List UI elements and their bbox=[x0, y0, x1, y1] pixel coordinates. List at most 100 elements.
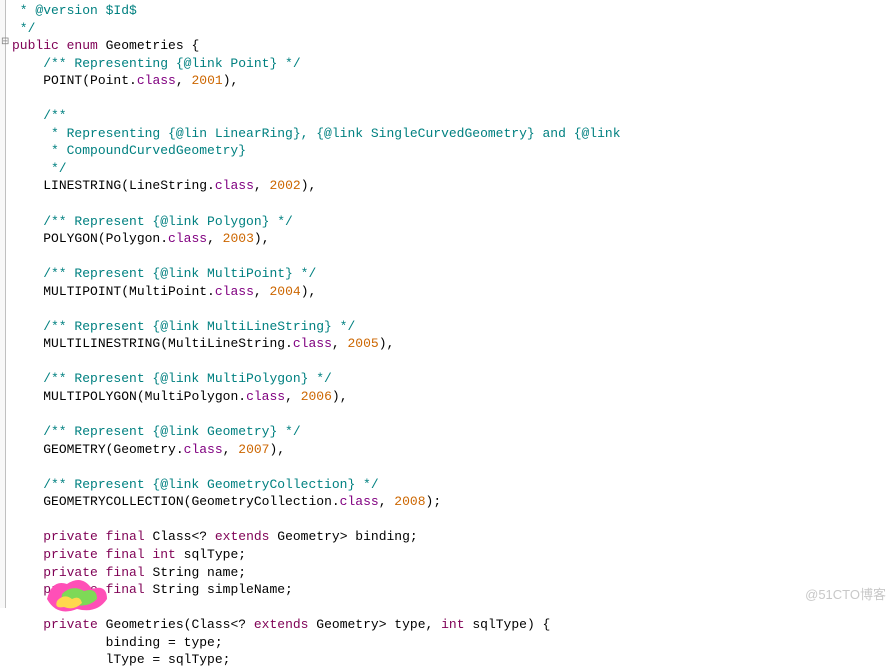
token: /** Represent {@link Polygon} */ bbox=[12, 214, 293, 229]
token: MULTILINESTRING(MultiLineString. bbox=[43, 336, 293, 351]
token: 2002 bbox=[269, 178, 300, 193]
token: Class<? bbox=[152, 529, 214, 544]
token: , bbox=[332, 336, 348, 351]
token: class bbox=[340, 494, 379, 509]
token: Geometry> binding; bbox=[277, 529, 417, 544]
code-line: /** Represent {@link GeometryCollection}… bbox=[12, 476, 894, 494]
token: private final bbox=[43, 582, 152, 597]
token: 2003 bbox=[223, 231, 254, 246]
code-line: private Geometries(Class<? extends Geome… bbox=[12, 616, 894, 634]
code-line: LINESTRING(LineString.class, 2002), bbox=[12, 177, 894, 195]
token: ), bbox=[270, 442, 286, 457]
token: , bbox=[176, 73, 192, 88]
token: lType = sqlType; bbox=[74, 652, 230, 667]
code-line: /** Represent {@link MultiLineString} */ bbox=[12, 318, 894, 336]
token: 2005 bbox=[347, 336, 378, 351]
token: LINESTRING(LineString. bbox=[43, 178, 215, 193]
token: , bbox=[379, 494, 395, 509]
token: class bbox=[246, 389, 285, 404]
code-line bbox=[12, 599, 894, 617]
token: extends bbox=[215, 529, 277, 544]
code-line: /** Represent {@link Geometry} */ bbox=[12, 423, 894, 441]
token: Geometries(Class<? bbox=[106, 617, 254, 632]
code-line: lType = sqlType; bbox=[12, 651, 894, 669]
code-editor-viewport[interactable]: * @version $Id$ */public enum Geometries… bbox=[12, 2, 894, 669]
token: /** Represent {@link Geometry} */ bbox=[12, 424, 301, 439]
token: String name; bbox=[152, 565, 246, 580]
token: class bbox=[215, 284, 254, 299]
token: ), bbox=[301, 178, 317, 193]
token: sqlType; bbox=[184, 547, 246, 562]
code-line bbox=[12, 353, 894, 371]
token: */ bbox=[12, 161, 67, 176]
code-line: /** Represent {@link Polygon} */ bbox=[12, 213, 894, 231]
code-line: /** bbox=[12, 107, 894, 125]
code-line: binding = type; bbox=[12, 634, 894, 652]
code-line: /** Representing {@link Point} */ bbox=[12, 55, 894, 73]
token: , bbox=[254, 284, 270, 299]
token: ), bbox=[223, 73, 239, 88]
token: ), bbox=[254, 231, 270, 246]
fold-marker-icon[interactable]: ⊟ bbox=[1, 36, 9, 50]
code-line: MULTILINESTRING(MultiLineString.class, 2… bbox=[12, 335, 894, 353]
code-line: private final String name; bbox=[12, 564, 894, 582]
code-line: private final int sqlType; bbox=[12, 546, 894, 564]
token: /** Represent {@link GeometryCollection}… bbox=[12, 477, 379, 492]
token: * @version $Id$ bbox=[12, 3, 137, 18]
token: * Representing {@lin LinearRing}, {@link… bbox=[12, 126, 621, 141]
token: GEOMETRYCOLLECTION(GeometryCollection. bbox=[43, 494, 339, 509]
token: ), bbox=[332, 389, 348, 404]
token: private bbox=[43, 617, 105, 632]
token: private final int bbox=[43, 547, 183, 562]
code-line bbox=[12, 248, 894, 266]
token: MULTIPOLYGON(MultiPolygon. bbox=[43, 389, 246, 404]
code-line: MULTIPOINT(MultiPoint.class, 2004), bbox=[12, 283, 894, 301]
code-line: POINT(Point.class, 2001), bbox=[12, 72, 894, 90]
token: 2006 bbox=[301, 389, 332, 404]
token: private final bbox=[43, 529, 152, 544]
code-line: /** Represent {@link MultiPolygon} */ bbox=[12, 370, 894, 388]
token bbox=[12, 249, 43, 264]
token: GEOMETRY(Geometry. bbox=[43, 442, 183, 457]
token: binding = type; bbox=[74, 635, 222, 650]
code-line: private final Class<? extends Geometry> … bbox=[12, 528, 894, 546]
code-line bbox=[12, 406, 894, 424]
token: int bbox=[441, 617, 472, 632]
token bbox=[12, 459, 43, 474]
token: , bbox=[207, 231, 223, 246]
code-line: */ bbox=[12, 160, 894, 178]
token bbox=[12, 354, 43, 369]
code-line: GEOMETRYCOLLECTION(GeometryCollection.cl… bbox=[12, 493, 894, 511]
code-line: private final String simpleName; bbox=[12, 581, 894, 599]
code-line: public enum Geometries { bbox=[12, 37, 894, 55]
token: POLYGON(Polygon. bbox=[43, 231, 168, 246]
token: , bbox=[254, 178, 270, 193]
token: POINT(Point. bbox=[43, 73, 137, 88]
token: MULTIPOINT(MultiPoint. bbox=[43, 284, 215, 299]
token: ), bbox=[301, 284, 317, 299]
token: /** Representing {@link Point} */ bbox=[12, 56, 301, 71]
token: /** Represent {@link MultiPolygon} */ bbox=[12, 371, 332, 386]
token: /** Represent {@link MultiLineString} */ bbox=[12, 319, 355, 334]
code-line bbox=[12, 458, 894, 476]
token bbox=[12, 407, 43, 422]
code-line: */ bbox=[12, 20, 894, 38]
token: ); bbox=[426, 494, 442, 509]
code-line: * @version $Id$ bbox=[12, 2, 894, 20]
token bbox=[12, 301, 43, 316]
token: */ bbox=[12, 21, 35, 36]
token: String simpleName; bbox=[152, 582, 292, 597]
fold-gutter: ⊟ bbox=[0, 0, 6, 608]
token: class bbox=[215, 178, 254, 193]
token: class bbox=[293, 336, 332, 351]
token: , bbox=[223, 442, 239, 457]
token: 2007 bbox=[238, 442, 269, 457]
code-line: * CompoundCurvedGeometry} bbox=[12, 142, 894, 160]
watermark-text: @51CTO博客 bbox=[805, 586, 886, 604]
token: 2008 bbox=[394, 494, 425, 509]
token bbox=[12, 512, 43, 527]
token: ), bbox=[379, 336, 395, 351]
token: sqlType) { bbox=[472, 617, 550, 632]
token: 2001 bbox=[191, 73, 222, 88]
token: private final bbox=[43, 565, 152, 580]
